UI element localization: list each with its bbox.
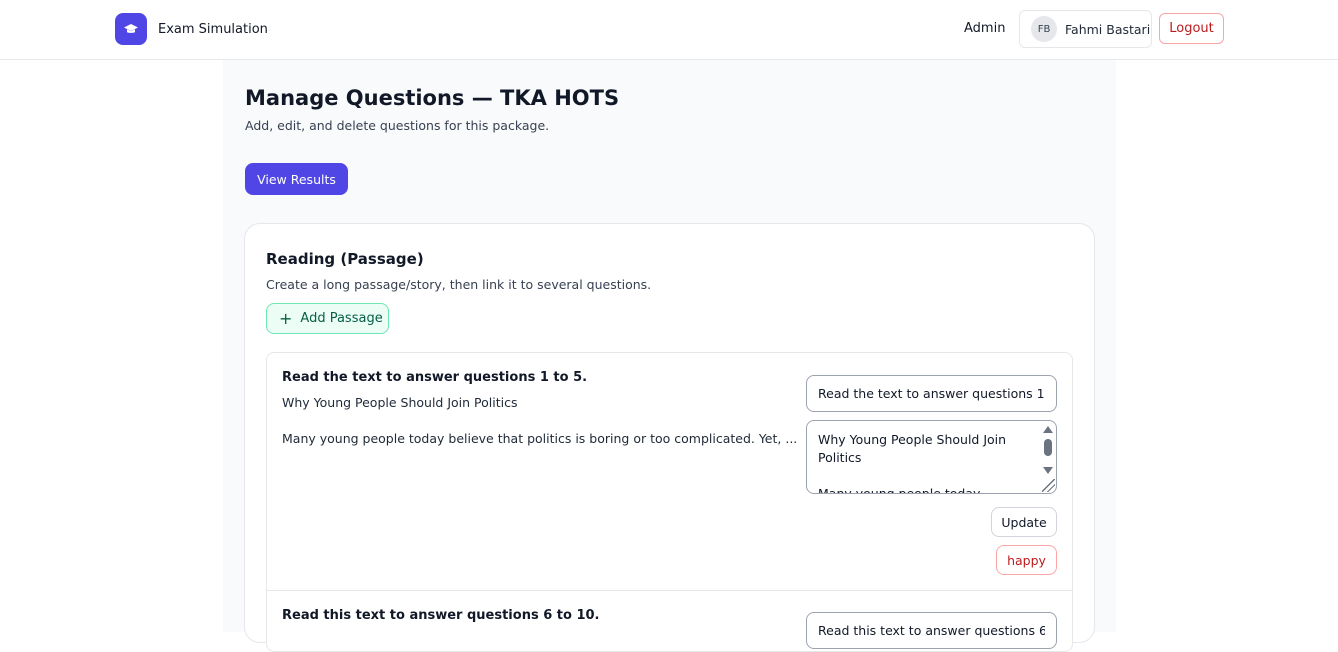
passage-title-input[interactable] bbox=[806, 612, 1057, 649]
user-name: Fahmi Bastari bbox=[1065, 21, 1151, 37]
delete-button[interactable]: happy bbox=[996, 545, 1057, 575]
scroll-down-icon[interactable] bbox=[1043, 467, 1053, 474]
scrollbar-thumb[interactable] bbox=[1044, 439, 1052, 456]
graduation-cap-icon bbox=[115, 13, 147, 45]
top-navbar: Exam Simulation Admin FB Fahmi Bastari L… bbox=[0, 0, 1338, 60]
add-passage-label: Add Passage bbox=[300, 311, 383, 326]
passage-body-text: Why Young People Should Join Politics Ma… bbox=[818, 432, 1007, 494]
passage-title: Read the text to answer questions 1 to 5… bbox=[282, 370, 588, 385]
passage-body-textarea[interactable]: Why Young People Should Join Politics Ma… bbox=[806, 420, 1057, 494]
avatar: FB bbox=[1031, 16, 1057, 42]
brand[interactable]: Exam Simulation bbox=[115, 13, 268, 45]
nav-link-admin[interactable]: Admin bbox=[964, 21, 1005, 36]
passage-excerpt: Many young people today believe that pol… bbox=[282, 431, 798, 446]
passage-heading: Why Young People Should Join Politics bbox=[282, 395, 518, 410]
add-passage-button[interactable]: + Add Passage bbox=[266, 303, 389, 334]
section-title: Reading (Passage) bbox=[266, 250, 424, 268]
page-subtitle: Add, edit, and delete questions for this… bbox=[245, 118, 550, 133]
user-menu[interactable]: FB Fahmi Bastari bbox=[1019, 10, 1152, 48]
brand-name: Exam Simulation bbox=[158, 21, 268, 37]
divider bbox=[267, 590, 1072, 591]
view-results-button[interactable]: View Results bbox=[245, 163, 348, 195]
resize-handle-icon[interactable] bbox=[1042, 479, 1055, 492]
page-title: Manage Questions — TKA HOTS bbox=[245, 86, 620, 110]
scroll-up-icon[interactable] bbox=[1043, 426, 1053, 433]
plus-icon: + bbox=[279, 308, 293, 328]
logout-button[interactable]: Logout bbox=[1159, 13, 1224, 44]
update-button[interactable]: Update bbox=[991, 507, 1057, 537]
section-subtitle: Create a long passage/story, then link i… bbox=[266, 277, 652, 292]
passage-title-input[interactable] bbox=[806, 375, 1057, 412]
passage-title: Read this text to answer questions 6 to … bbox=[282, 608, 600, 623]
